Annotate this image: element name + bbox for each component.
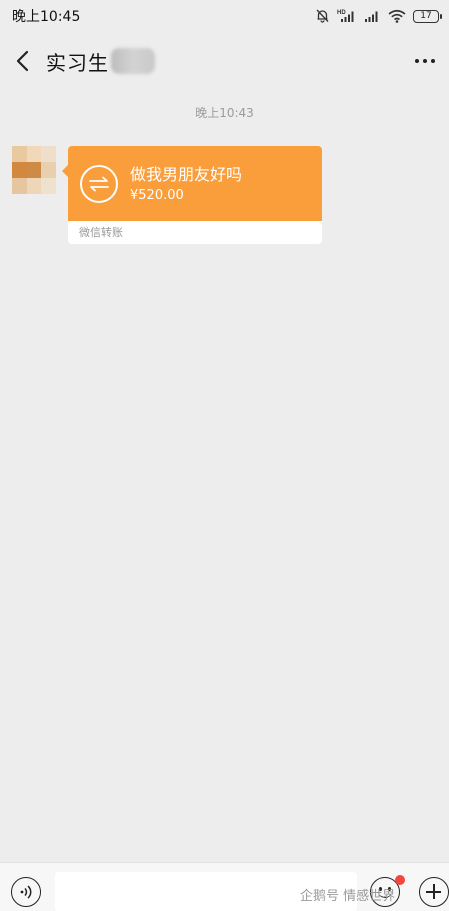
chevron-left-icon — [16, 50, 29, 72]
message-input[interactable] — [55, 872, 357, 911]
back-button[interactable] — [12, 46, 34, 76]
plus-button[interactable] — [419, 877, 449, 907]
status-bar: 晚上10:45 HD 17 — [0, 0, 449, 32]
transfer-body: 做我男朋友好吗 ¥520.00 — [68, 146, 322, 221]
input-bar — [0, 862, 449, 911]
chat-header: 实习生 — [0, 32, 449, 90]
transfer-footer: 微信转账 — [68, 221, 322, 244]
battery-icon: 17 — [413, 9, 442, 23]
voice-button[interactable] — [11, 877, 41, 907]
mute-bell-icon — [315, 9, 330, 23]
status-time: 晚上10:45 — [12, 9, 81, 25]
notification-badge — [395, 875, 405, 885]
hd-signal-icon: HD — [337, 9, 357, 23]
more-dots-icon — [415, 59, 419, 63]
signal-icon — [364, 9, 381, 23]
wifi-icon — [388, 9, 406, 23]
more-options-button[interactable] — [413, 53, 437, 69]
svg-text:HD: HD — [337, 10, 346, 16]
title-blurred-name — [111, 48, 155, 74]
transfer-arrows-icon — [80, 164, 118, 203]
transfer-note: 做我男朋友好吗 — [130, 164, 243, 184]
voice-icon — [20, 885, 32, 899]
transfer-text: 做我男朋友好吗 ¥520.00 — [130, 165, 242, 203]
chat-title: 实习生 — [46, 50, 109, 75]
transfer-message[interactable]: 做我男朋友好吗 ¥520.00 微信转账 — [68, 146, 322, 244]
sender-avatar[interactable] — [12, 146, 56, 194]
message-timestamp: 晚上10:43 — [195, 106, 254, 120]
transfer-amount: ¥520.00 — [130, 187, 184, 203]
status-icons: HD 17 — [315, 9, 442, 23]
